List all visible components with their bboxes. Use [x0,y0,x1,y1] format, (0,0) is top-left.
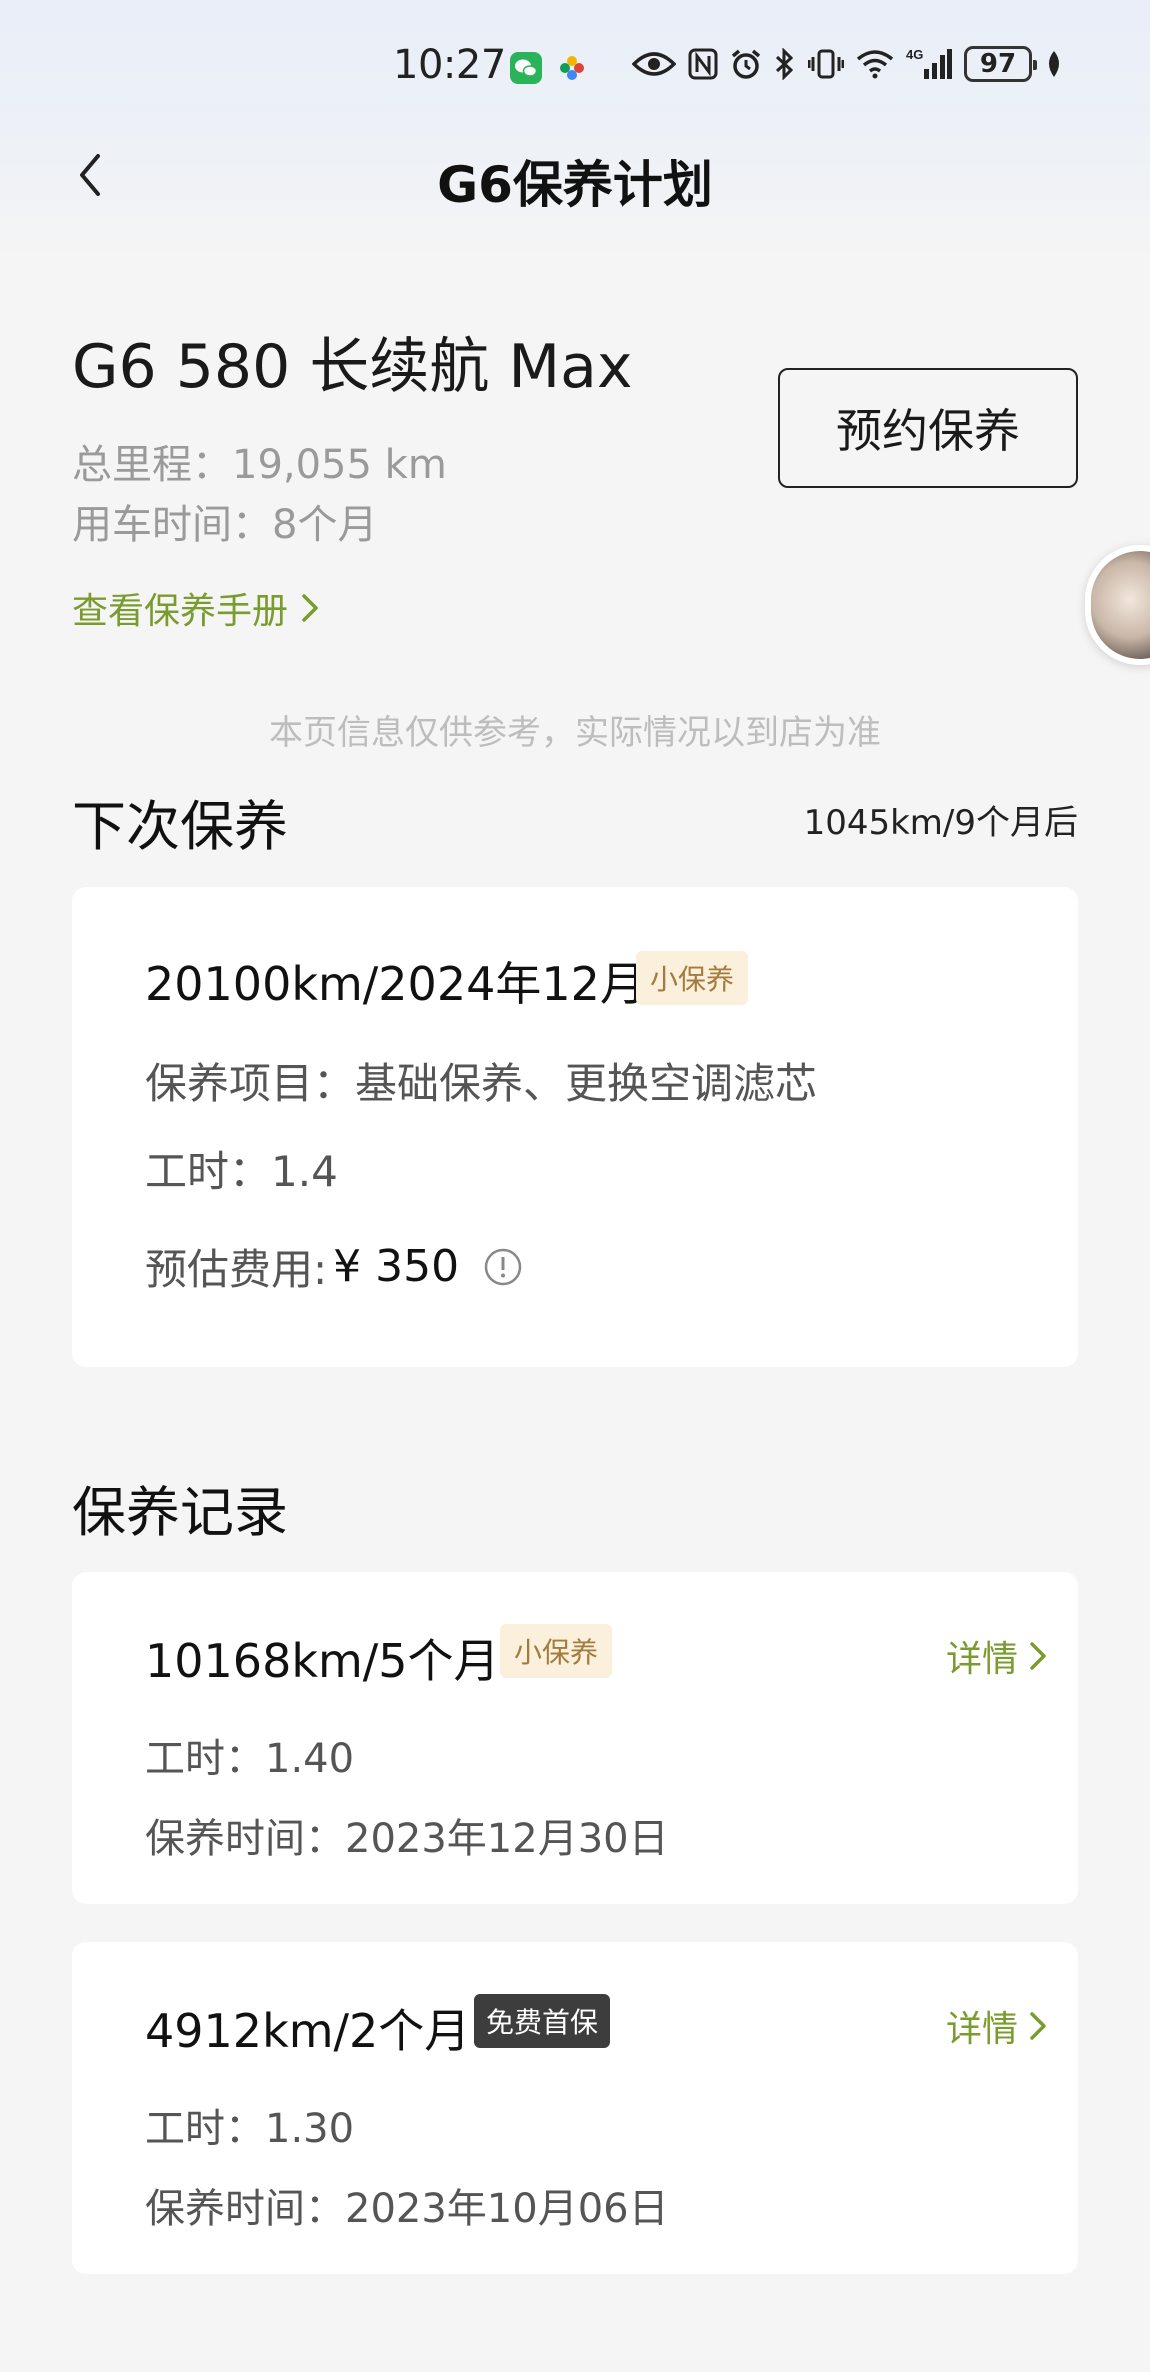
info-icon[interactable] [483,1247,523,1287]
eye-icon [632,52,676,76]
maintenance-manual-link[interactable]: 查看保养手册 [72,582,320,634]
battery-icon: 97 [964,46,1037,82]
record-type-badge: 小保养 [500,1624,613,1678]
page-title: G6保养计划 [437,156,713,214]
photos-icon [556,52,588,84]
maintenance-type-badge: 小保养 [636,951,749,1005]
header-background [0,0,1150,260]
detail-label: 详情 [945,2009,1018,2050]
vibrate-icon [808,49,844,79]
floating-assistant-avatar[interactable] [1085,545,1150,665]
next-maintenance-remaining: 1045km/9个月后 [803,803,1078,843]
nfc-icon [688,48,718,80]
signal-4g-icon: 4G [906,47,952,79]
maintenance-items: 保养项目：基础保养、更换空调滤芯 [145,1059,818,1108]
cost-label: 预估费用: [145,1245,328,1294]
bluetooth-icon [775,48,794,80]
manual-link-label: 查看保养手册 [72,591,289,632]
disclaimer-text: 本页信息仅供参考，实际情况以到店为准 [269,713,881,753]
vehicle-name: G6 580 长续航 Max [72,332,633,402]
wechat-icon [510,52,542,84]
status-time: 10:27 [393,42,506,88]
record-km-period: 4912km/2个月 [145,2004,471,2058]
svg-text:4G: 4G [906,47,923,62]
next-maintenance-km-date: 20100km/2024年12月 [145,957,646,1011]
cost-value: ¥ 350 [333,1241,460,1292]
detail-label: 详情 [945,1639,1018,1680]
chevron-right-icon [1030,2012,1046,2040]
alarm-icon [731,49,761,79]
total-mileage: 总里程：19,055 km [72,442,447,488]
record-date: 保养时间：2023年10月06日 [145,2186,669,2232]
estimated-cost: 预估费用: ¥ 350 [145,1236,523,1297]
record-km-period: 10168km/5个月 [145,1634,500,1688]
chevron-right-icon [302,594,318,622]
book-maintenance-button[interactable]: 预约保养 [778,368,1078,488]
record-date: 保养时间：2023年12月30日 [145,1816,669,1862]
usage-duration: 用车时间：8个月 [72,502,378,548]
wifi-icon [856,50,894,79]
leaf-icon [1049,51,1059,77]
next-maintenance-title: 下次保养 [72,795,288,858]
record-type-badge: 免费首保 [474,1994,611,2048]
record-detail-link[interactable]: 详情 [946,2000,1048,2052]
chevron-right-icon [1030,1642,1046,1670]
maintenance-records-title: 保养记录 [72,1481,288,1544]
record-labor-hours: 工时：1.40 [145,1736,355,1782]
status-icons: 4G 97 [632,46,1064,82]
record-labor-hours: 工时：1.30 [145,2106,355,2152]
record-detail-link[interactable]: 详情 [946,1630,1048,1682]
labor-hours: 工时：1.4 [145,1147,338,1196]
